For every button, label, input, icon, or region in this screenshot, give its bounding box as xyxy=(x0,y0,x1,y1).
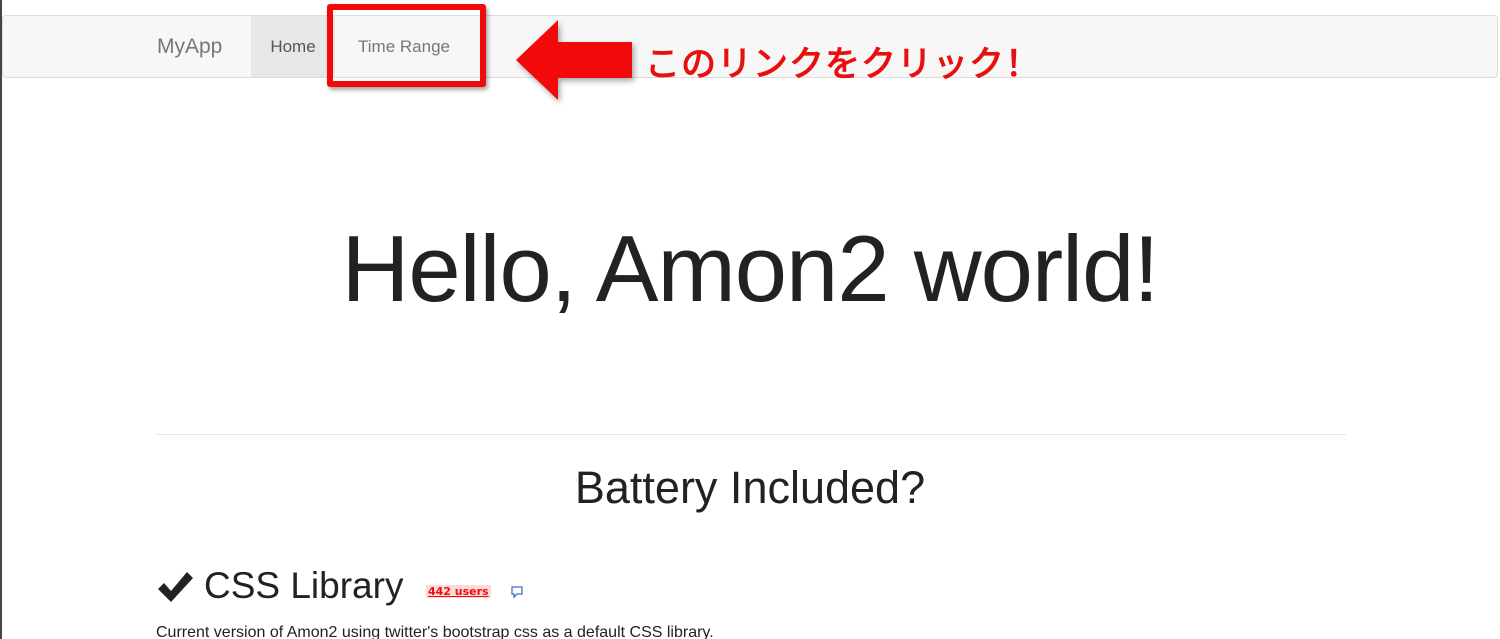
checkmark-icon xyxy=(158,572,193,602)
comment-icon[interactable] xyxy=(510,585,524,599)
users-count-badge[interactable]: 442 users xyxy=(426,585,491,598)
divider xyxy=(156,434,1346,435)
hero-title: Hello, Amon2 world! xyxy=(341,216,1160,321)
feature-title: CSS Library xyxy=(204,565,404,606)
section-title: Battery Included? xyxy=(574,462,926,513)
nav-item-home[interactable]: Home xyxy=(251,16,335,77)
annotation-arrow-icon xyxy=(516,20,632,100)
brand-link[interactable]: MyApp xyxy=(157,16,222,77)
annotation-highlight-box xyxy=(327,4,486,87)
page: MyApp Home Time Range このリンクをクリック！ Hello,… xyxy=(0,0,1500,639)
feature-description: Current version of Amon2 using twitter's… xyxy=(156,624,714,639)
annotation-callout: このリンクをクリック！ xyxy=(645,45,1042,85)
